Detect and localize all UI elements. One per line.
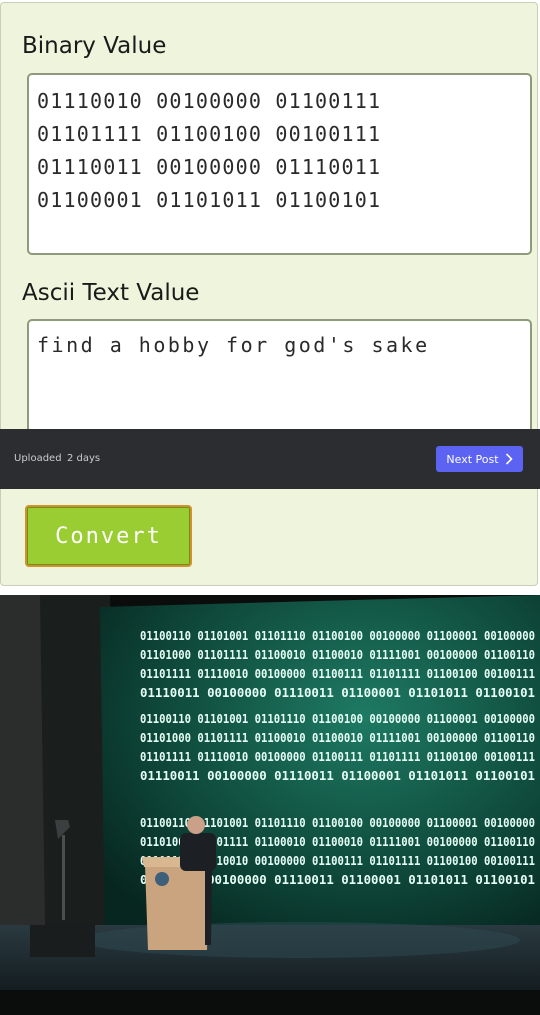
screen-binary-line: 01110011 00100000 01110011 01100001 0110…: [140, 769, 535, 783]
binary-line: 01101111 01100100 00100111: [37, 122, 382, 146]
screen-binary-line: 01101111 01110010 00100000 01100111 0110…: [140, 750, 535, 764]
ascii-value: find a hobby for god's sake: [37, 333, 430, 357]
screen-binary-line: 01101000 01101111 01100010 01100010 0111…: [140, 731, 535, 745]
chevron-right-icon: [505, 453, 513, 465]
binary-line: 01100001 01101011 01100101: [37, 188, 382, 212]
screen-binary-line: 01110011 00100000 01110011 01100001 0110…: [140, 686, 535, 700]
uploaded-label: Uploaded: [14, 453, 62, 464]
binary-textarea[interactable]: 01110010 00100000 01100111 01101111 0110…: [27, 73, 532, 255]
stage-photo-illustration: 01100110 01101001 01101110 01100100 0010…: [0, 595, 540, 1015]
binary-line: 01110010 00100000 01100111: [37, 89, 382, 113]
conference-photo: 01100110 01101001 01101110 01100100 0010…: [0, 595, 540, 1015]
screen-binary-line: 01100110 01101001 01101110 01100100 0010…: [140, 712, 535, 726]
next-post-label: Next Post: [446, 452, 499, 466]
ascii-label: Ascii Text Value: [22, 280, 200, 306]
next-post-button[interactable]: Next Post: [436, 446, 523, 472]
screen-binary-line: 01100110 01101001 01101110 01100100 0010…: [140, 629, 535, 643]
speaker: [180, 833, 216, 871]
convert-button[interactable]: Convert: [25, 505, 192, 567]
podium: [145, 865, 210, 950]
screen-binary-line: 01101000 01101111 01100010 01100010 0111…: [140, 648, 535, 662]
converter-panel: Binary Value 01110010 00100000 01100111 …: [0, 2, 538, 586]
binary-line: 01110011 00100000 01110011: [37, 155, 382, 179]
binary-label: Binary Value: [22, 33, 167, 59]
uploaded-age: 2 days: [67, 453, 101, 464]
screen-binary-line: 01101111 01110010 00100000 01100111 0110…: [140, 667, 535, 681]
